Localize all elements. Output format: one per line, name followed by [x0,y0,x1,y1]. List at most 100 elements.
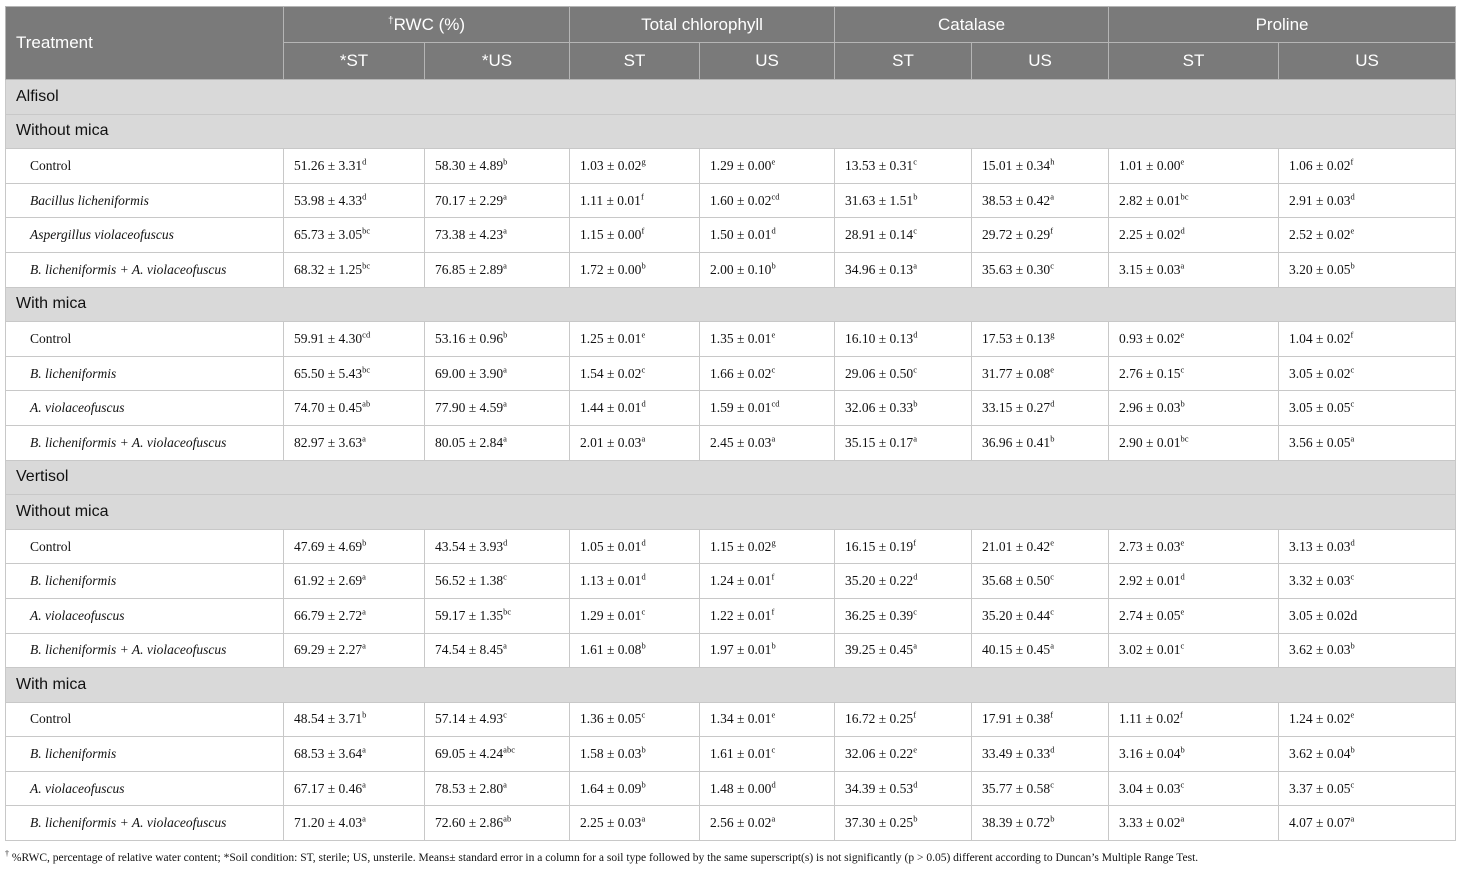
significance-letter: f [1179,709,1183,720]
significance-letter: h [1050,156,1055,167]
cell-value: 3.02 ± 0.01 [1119,642,1181,658]
table-row: Control 48.54 ± 3.71b 57.14 ± 4.93c 1.36 ± … [5,701,1457,738]
cell-value: 1.97 ± 0.01 [710,642,772,658]
significance-letter: b [913,398,918,409]
cell-value: 0.93 ± 0.02 [1119,330,1181,346]
cell-value: 48.54 ± 3.71 [294,711,363,727]
significance-letter: bc [362,260,371,271]
cell-value: 1.11 ± 0.02 [1119,711,1180,727]
significance-letter: a [1050,191,1054,202]
significance-letter: f [1350,329,1354,340]
section-label: With mica [4,286,1457,323]
cell-value: 2.25 ± 0.03 [580,815,642,831]
value-cell: 1.72 ± 0.00b [569,251,701,288]
value-cell: 3.56 ± 0.05a [1278,424,1457,461]
value-cell: 1.11 ± 0.01f [569,182,701,219]
cell-value: 69.05 ± 4.24 [435,746,504,762]
cell-value: 1.03 ± 0.02 [580,157,642,173]
value-cell: 1.11 ± 0.02f [1108,701,1280,738]
significance-letter: e [771,156,776,167]
table-row: B. licheniformis 65.50 ± 5.43bc 69.00 ± 3.… [5,355,1457,392]
cell-value: 56.52 ± 1.38 [435,573,504,589]
significance-letter: g [771,537,776,548]
cell-value: 1.11 ± 0.01 [580,192,641,208]
treatment-cell: B. licheniformis + A. violaceofuscus [5,632,284,669]
subheader-rwc-st: *ST [283,42,425,80]
value-cell: 38.53 ± 0.42a [971,182,1110,219]
cell-value: 43.54 ± 3.93 [435,538,504,554]
value-cell: 1.44 ± 0.01d [569,390,701,426]
value-cell: 1.29 ± 0.00e [699,148,836,184]
value-cell: 34.39 ± 0.53d [834,770,973,807]
significance-letter: e [1180,156,1185,167]
cell-value: 1.60 ± 0.02 [710,192,772,208]
cell-value: 1.24 ± 0.02 [1289,711,1351,727]
significance-letter: a [1180,813,1185,824]
value-cell: 33.49 ± 0.33d [971,736,1110,772]
value-cell: 29.72 ± 0.29f [971,217,1110,253]
value-cell: 1.05 ± 0.01d [569,528,701,565]
value-cell: 2.76 ± 0.15c [1108,355,1280,392]
table-row: B. licheniformis + A. violaceofuscus 71.2… [5,805,1457,842]
significance-letter: g [1050,329,1055,340]
significance-letter: bc [1180,433,1189,444]
cell-value: 1.66 ± 0.02 [710,365,772,381]
cell-value: 73.38 ± 4.23 [435,227,504,243]
subheader-pro-us: US [1278,42,1457,80]
value-cell: 2.01 ± 0.03a [569,424,701,461]
significance-letter: b [771,640,776,651]
value-cell: 56.52 ± 1.38c [423,563,571,599]
value-cell: 34.96 ± 0.13a [834,251,973,288]
value-cell: 29.06 ± 0.50c [834,355,973,392]
subheader-pro-st: ST [1108,42,1280,80]
table-row: Control 59.91 ± 4.30cd 53.16 ± 0.96b 1.25 ±… [5,321,1457,357]
value-cell: 1.58 ± 0.03b [569,736,701,772]
significance-letter: d [771,225,776,236]
value-cell: 1.48 ± 0.00d [699,770,836,807]
value-cell: 2.56 ± 0.02a [699,805,836,842]
value-cell: 3.05 ± 0.02d [1278,597,1457,634]
value-cell: 61.92 ± 2.69a [283,563,425,599]
cell-value: 32.06 ± 0.22 [845,746,914,762]
significance-letter: f [913,709,917,720]
cell-value: 77.90 ± 4.59 [435,400,504,416]
cell-value: 1.15 ± 0.00 [580,227,642,243]
cell-value: 31.63 ± 1.51 [845,192,914,208]
value-cell: 59.91 ± 4.30cd [283,321,425,357]
significance-letter: c [641,364,646,375]
cell-value: 17.91 ± 0.38 [982,711,1051,727]
cell-value: 3.37 ± 0.05 [1289,780,1351,796]
treatment-cell: B. licheniformis [5,563,284,599]
value-cell: 15.01 ± 0.34h [971,148,1110,184]
significance-letter: d [1350,537,1355,548]
cell-value: 2.74 ± 0.05 [1119,607,1181,623]
value-cell: 32.06 ± 0.22e [834,736,973,772]
treatment-cell: B. licheniformis + A. violaceofuscus [5,805,284,842]
value-cell: 69.29 ± 2.27a [283,632,425,669]
subheader-cat-st: ST [834,42,973,80]
value-cell: 1.25 ± 0.01e [569,321,701,357]
significance-letter: e [1050,364,1054,375]
value-cell: 2.25 ± 0.03a [569,805,701,842]
value-cell: 2.74 ± 0.05e [1108,597,1280,634]
value-cell: 1.15 ± 0.02g [699,528,836,565]
subheader-chl-us: US [699,42,836,80]
treatment-cell: B. licheniformis + A. violaceofuscus [5,251,284,288]
significance-letter: b [641,260,646,271]
significance-letter: a [362,606,366,617]
significance-letter: c [1050,260,1054,271]
cell-value: 65.50 ± 5.43 [294,365,363,381]
section-row: Without mica [4,113,1457,150]
cell-value: 35.20 ± 0.44 [982,607,1051,623]
significance-letter: a [1050,640,1054,651]
value-cell: 37.30 ± 0.25b [834,805,973,842]
cell-value: 59.91 ± 4.30 [294,330,363,346]
value-cell: 16.72 ± 0.25f [834,701,973,738]
subheader-chl-st: ST [569,42,701,80]
cell-value: 1.29 ± 0.00 [710,157,772,173]
table-row: B. licheniformis 68.53 ± 3.64a 69.05 ± 4.2… [5,736,1457,772]
cell-value: 1.44 ± 0.01 [580,400,642,416]
significance-letter: c [1180,779,1185,790]
cell-value: 1.50 ± 0.01 [710,227,772,243]
significance-letter: b [1050,813,1055,824]
